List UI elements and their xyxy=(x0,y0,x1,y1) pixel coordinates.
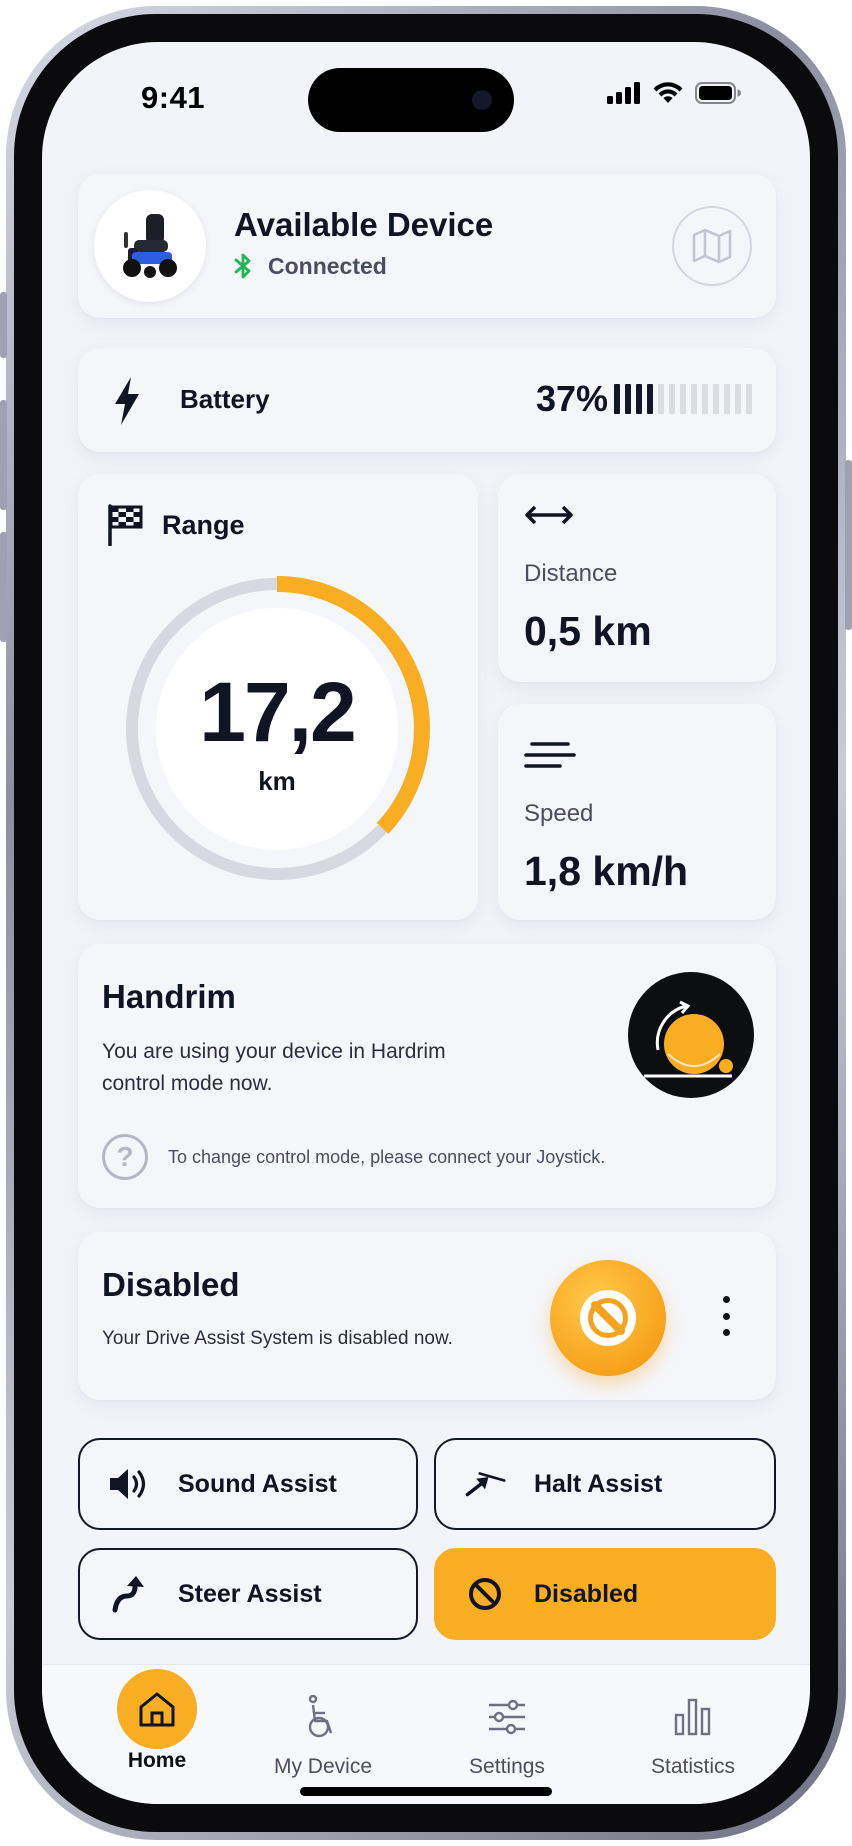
battery-label: Battery xyxy=(180,384,270,414)
steer-assist-label: Steer Assist xyxy=(178,1579,322,1608)
tab-my-device-label: My Device xyxy=(273,1755,373,1778)
handrim-mode-icon xyxy=(628,972,754,1098)
connection-status: Connected xyxy=(234,252,387,280)
range-label: Range xyxy=(162,509,245,540)
drive-assist-description: Your Drive Assist System is disabled now… xyxy=(102,1328,453,1349)
handrim-card: Handrim You are using your device in Har… xyxy=(78,944,776,1208)
drive-assist-card: Disabled Your Drive Assist System is dis… xyxy=(78,1232,776,1400)
battery-bar xyxy=(625,384,631,414)
tab-my-device[interactable]: My Device xyxy=(248,1665,398,1779)
battery-level-bars xyxy=(614,384,752,414)
handrim-hint: ? To change control mode, please connect… xyxy=(102,1134,605,1180)
status-icons xyxy=(607,82,741,104)
steer-arrow-icon xyxy=(108,1573,150,1615)
speed-lines-icon xyxy=(524,742,576,768)
battery-bar xyxy=(713,384,719,414)
status-time: 9:41 xyxy=(141,80,206,115)
dynamic-island xyxy=(308,68,514,132)
battery-bar xyxy=(614,384,620,414)
prohibited-icon xyxy=(580,1290,636,1346)
battery-bar xyxy=(636,384,642,414)
speed-card: Speed 1,8 km/h xyxy=(498,704,776,920)
question-icon[interactable]: ? xyxy=(102,1134,148,1180)
tab-home[interactable]: Home xyxy=(82,1665,232,1773)
side-button-power xyxy=(845,460,852,630)
halt-arrow-icon xyxy=(464,1463,506,1505)
sound-assist-label: Sound Assist xyxy=(178,1469,337,1498)
handrim-hint-text: To change control mode, please connect y… xyxy=(168,1146,606,1167)
tab-statistics[interactable]: Statistics xyxy=(618,1665,768,1779)
battery-bar xyxy=(658,384,664,414)
distance-value: 0,5 km xyxy=(524,608,652,654)
handrim-description: You are using your device in Hardrim con… xyxy=(102,1040,446,1095)
side-button-mute xyxy=(0,292,7,358)
battery-bar xyxy=(746,384,752,414)
phone-frame: 9:41 Available Device Connected Battery … xyxy=(0,0,852,1846)
speed-label: Speed xyxy=(524,800,594,827)
wifi-icon xyxy=(653,82,683,103)
horizontal-arrows-icon xyxy=(525,505,573,525)
bluetooth-icon xyxy=(234,253,251,279)
bottom-tab-bar: Home My Device Settings Statistics xyxy=(42,1664,810,1804)
tab-settings-label: Settings xyxy=(469,1755,545,1778)
lightning-icon xyxy=(115,377,139,425)
tab-statistics-label: Statistics xyxy=(650,1755,736,1778)
range-header: Range xyxy=(106,504,245,546)
connection-status-label: Connected xyxy=(268,252,387,279)
sound-assist-button[interactable]: Sound Assist xyxy=(78,1438,418,1530)
handrim-title: Handrim xyxy=(102,978,236,1015)
range-value: 17,2 xyxy=(199,665,357,759)
app-screen: 9:41 Available Device Connected Battery … xyxy=(42,42,810,1804)
device-title: Available Device xyxy=(234,206,494,243)
map-icon xyxy=(692,228,732,264)
ban-icon xyxy=(464,1573,506,1615)
battery-bar xyxy=(669,384,675,414)
speed-value: 1,8 km/h xyxy=(524,848,689,894)
battery-bar xyxy=(647,384,653,414)
halt-assist-button[interactable]: Halt Assist xyxy=(434,1438,776,1530)
disabled-mode-label: Disabled xyxy=(534,1579,639,1608)
tab-home-label: Home xyxy=(127,1749,187,1772)
battery-bar xyxy=(735,384,741,414)
battery-bar xyxy=(691,384,697,414)
battery-value: 37% xyxy=(535,378,608,419)
sliders-icon xyxy=(487,1679,527,1755)
checkered-flag-icon xyxy=(108,504,143,546)
range-unit: km xyxy=(258,766,296,796)
battery-status-icon xyxy=(695,82,741,104)
halt-assist-label: Halt Assist xyxy=(534,1469,663,1498)
more-dot-icon xyxy=(722,1296,730,1303)
more-options-button[interactable] xyxy=(716,1296,736,1336)
battery-bar xyxy=(680,384,686,414)
handrim-wheel-icon xyxy=(644,1000,733,1078)
wheelchair-icon xyxy=(305,1679,341,1755)
device-card[interactable]: Available Device Connected xyxy=(78,174,776,318)
distance-card: Distance 0,5 km xyxy=(498,474,776,682)
drive-assist-title: Disabled xyxy=(102,1266,240,1303)
battery-card: Battery 37% xyxy=(78,348,776,452)
range-card: Range 17,2 km xyxy=(78,474,478,920)
battery-bar xyxy=(702,384,708,414)
cellular-signal-icon xyxy=(607,82,640,104)
drive-assist-status-button[interactable] xyxy=(550,1260,666,1376)
home-icon xyxy=(117,1669,197,1749)
side-button-volume-down xyxy=(0,532,7,642)
wheelchair-image-icon xyxy=(123,214,177,278)
battery-bar xyxy=(724,384,730,414)
speaker-icon xyxy=(108,1463,150,1505)
map-button[interactable] xyxy=(672,206,752,286)
steer-assist-button[interactable]: Steer Assist xyxy=(78,1548,418,1640)
device-avatar xyxy=(94,190,206,302)
disabled-mode-button[interactable]: Disabled xyxy=(434,1548,776,1640)
distance-label: Distance xyxy=(524,560,618,587)
bar-chart-icon xyxy=(673,1679,713,1755)
side-button-volume-up xyxy=(0,400,7,510)
home-indicator[interactable] xyxy=(300,1787,552,1796)
tab-settings[interactable]: Settings xyxy=(432,1665,582,1779)
